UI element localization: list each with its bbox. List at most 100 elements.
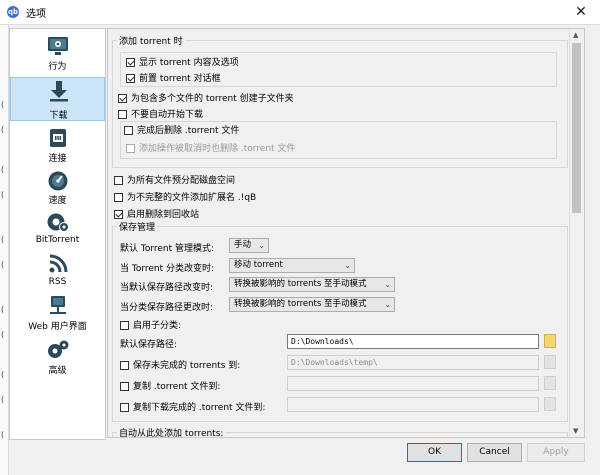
sidebar-item-label: BitTorrent [35, 235, 80, 245]
edge-glyph: ( [1, 330, 5, 339]
create-subfolder-option[interactable]: 为包含多个文件的 torrent 创建子文件夹 [118, 91, 294, 104]
edge-glyph: ( [1, 125, 5, 134]
edge-glyph: ( [1, 100, 5, 109]
show-content-checkbox[interactable] [126, 58, 135, 67]
category-path-changed-label: 当分类保存路径更改时: [120, 303, 214, 313]
copy-torrent-path-input [287, 376, 539, 391]
bittorrent-gear-icon [47, 213, 69, 232]
default-save-path-input[interactable]: D:\Downloads\ [287, 334, 539, 349]
append-extension-checkbox[interactable] [114, 193, 123, 202]
edge-glyph: ( [1, 430, 5, 439]
sidebar-item-label: 连接 [48, 154, 67, 164]
group-title: 添加 torrent 时 [117, 34, 185, 47]
close-button[interactable]: ✕ [570, 2, 592, 22]
use-subcategories-checkbox[interactable] [120, 321, 129, 330]
default-path-changed-label: 当默认保存路径改变时: [120, 283, 214, 293]
bring-to-front-option[interactable]: 前置 torrent 对话框 [126, 71, 221, 84]
sidebar-item-label: 下载 [49, 111, 68, 121]
edge-glyph: ( [1, 190, 5, 199]
append-extension-option[interactable]: 为不完整的文件添加扩展名 .!qB [114, 190, 256, 203]
web-ui-icon [50, 296, 66, 314]
edge-glyph: ( [1, 165, 5, 174]
cancel-button[interactable]: Cancel [467, 443, 522, 462]
browse-folder-icon[interactable] [544, 334, 556, 348]
default-mode-dropdown[interactable]: 手动 ⌄ [229, 238, 269, 253]
option-label: 复制 .torrent 文件到: [133, 382, 221, 392]
sidebar-item-rss[interactable]: RSS [10, 251, 105, 291]
default-save-path-label: 默认保存路径: [120, 340, 178, 350]
category-path-changed-dropdown[interactable]: 转换被影响的 torrents 至手动模式 ⌄ [229, 297, 395, 312]
scroll-thumb[interactable] [572, 43, 581, 213]
copy-torrent-option[interactable]: 复制 .torrent 文件到: [120, 379, 220, 392]
dropdown-value: 转换被影响的 torrents 至手动模式 [234, 279, 367, 289]
bring-to-front-checkbox[interactable] [126, 74, 135, 83]
copy-finished-path-input [287, 397, 539, 412]
no-auto-start-checkbox[interactable] [118, 110, 127, 119]
browse-folder-icon [544, 397, 556, 411]
delete-after-checkbox[interactable] [124, 126, 133, 135]
copy-torrent-checkbox[interactable] [120, 382, 129, 391]
apply-button[interactable]: Apply [527, 443, 585, 462]
delete-on-cancel-checkbox [126, 144, 135, 153]
window-title: 选项 [26, 9, 46, 20]
sidebar-item-web-ui[interactable]: Web 用户界面 [10, 293, 105, 333]
option-label: 保存未完成的 torrents 到: [133, 361, 241, 371]
incomplete-path-input: D:\Downloads\temp\ [287, 355, 539, 370]
edge-glyph: ( [1, 305, 5, 314]
category-changed-dropdown[interactable]: 移动 torrent ⌄ [229, 258, 355, 273]
default-mode-label: 默认 Torrent 管理模式: [120, 244, 215, 254]
create-subfolder-checkbox[interactable] [118, 94, 127, 103]
vertical-scrollbar[interactable]: ▲ ▼ [569, 29, 584, 437]
qbittorrent-app-icon: qb [7, 6, 19, 18]
scroll-up-icon[interactable]: ▲ [573, 31, 578, 39]
sidebar-item-bittorrent[interactable]: BitTorrent [10, 209, 105, 249]
recycle-bin-option[interactable]: 启用删除到回收站 [114, 207, 199, 220]
chevron-down-icon: ⌄ [384, 300, 391, 309]
keep-incomplete-checkbox[interactable] [120, 361, 129, 370]
group-title: 保存管理 [117, 220, 158, 233]
sidebar-item-connection[interactable]: 连接 [10, 125, 105, 165]
chevron-down-icon: ⌄ [384, 280, 391, 289]
edge-glyph: ( [1, 395, 5, 404]
sidebar-item-advanced[interactable]: 高级 [10, 337, 105, 377]
edge-glyph: ( [1, 260, 5, 269]
edge-glyph: ( [1, 370, 5, 379]
option-label: 显示 torrent 内容及选项 [139, 58, 239, 68]
rss-icon [49, 254, 68, 273]
preallocate-checkbox[interactable] [114, 176, 123, 185]
default-path-changed-dropdown[interactable]: 转换被影响的 torrents 至手动模式 ⌄ [229, 277, 395, 292]
sidebar-item-label: 高级 [48, 366, 67, 376]
browse-folder-icon [544, 355, 556, 369]
copy-finished-checkbox[interactable] [120, 403, 129, 412]
recycle-bin-checkbox[interactable] [114, 210, 123, 219]
chevron-down-icon: ⌄ [258, 241, 265, 250]
sidebar-item-label: 速度 [48, 196, 67, 206]
downloads-settings-panel: 添加 torrent 时 显示 torrent 内容及选项 前置 torrent… [107, 28, 585, 438]
use-subcategories-option[interactable]: 启用子分类: [120, 318, 181, 331]
sidebar-item-speed[interactable]: 速度 [10, 167, 105, 207]
show-content-option[interactable]: 显示 torrent 内容及选项 [126, 55, 239, 68]
sidebar-item-downloads[interactable]: 下载 [10, 77, 105, 121]
ok-button[interactable]: OK [407, 443, 462, 462]
dropdown-value: 移动 torrent [234, 260, 283, 270]
scroll-down-icon[interactable]: ▼ [573, 427, 578, 435]
sidebar-item-behavior[interactable]: 行为 [10, 33, 105, 73]
title-bar: qb 选项 ✕ [0, 0, 600, 25]
delete-after-option[interactable]: 完成后删除 .torrent 文件 [124, 123, 243, 136]
no-auto-start-option[interactable]: 不要自动开始下载 [118, 107, 203, 120]
sidebar-item-label: 行为 [48, 62, 67, 72]
option-label: 为包含多个文件的 torrent 创建子文件夹 [131, 94, 294, 104]
background-window-edge: ( ( ( ( ( ( ( ( ( ( ( [0, 25, 9, 475]
sidebar-item-label: Web 用户界面 [28, 322, 87, 332]
gears-icon [48, 340, 69, 358]
preallocate-option[interactable]: 为所有文件预分配磁盘空间 [114, 173, 235, 186]
option-label: 复制下载完成的 .torrent 文件到: [133, 403, 266, 413]
option-label: 为所有文件预分配磁盘空间 [127, 176, 236, 186]
download-icon [50, 81, 68, 102]
speedometer-icon [48, 171, 68, 191]
chevron-down-icon: ⌄ [344, 261, 351, 270]
delete-on-cancel-option: 添加操作被取消时也删除 .torrent 文件 [126, 141, 295, 154]
copy-finished-option[interactable]: 复制下载完成的 .torrent 文件到: [120, 400, 265, 413]
monitor-icon [48, 37, 68, 55]
keep-incomplete-option[interactable]: 保存未完成的 torrents 到: [120, 358, 240, 371]
